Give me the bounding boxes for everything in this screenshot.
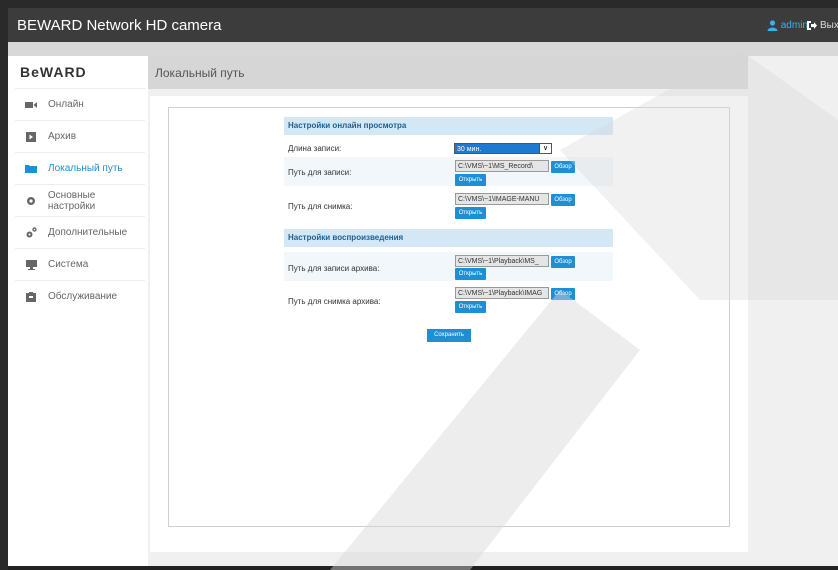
user-menu[interactable]: admin <box>767 20 808 31</box>
box-icon <box>21 291 41 302</box>
chevron-down-icon: ∨ <box>539 144 551 153</box>
snapshot-path-browse-button[interactable]: Обзор <box>551 194 575 206</box>
archive-snapshot-label: Путь для снимка архива: <box>288 297 381 306</box>
sidebar-item-label: Обслуживание <box>48 291 118 302</box>
sidebar-item-label: Архив <box>48 131 77 142</box>
record-path-row: Путь для записи: C:\VMS\~1\MS_Record\ Об… <box>284 157 613 187</box>
camera-icon <box>21 101 41 109</box>
sidebar-item-advanced[interactable]: Дополнительные <box>15 216 145 248</box>
playback-settings-heading: Настройки воспроизведения <box>284 229 613 247</box>
sidebar-item-label: Дополнительные <box>48 227 128 238</box>
sidebar-item-system[interactable]: Система <box>15 248 145 280</box>
sidebar-item-maintenance[interactable]: Обслуживание <box>15 280 145 312</box>
snapshot-path-row: Путь для снимка: C:\VMS\~1\IMAGE-MANU Об… <box>284 188 613 226</box>
sidebar-item-label: Онлайн <box>48 99 84 110</box>
sidebar-item-label: Локальный путь <box>48 163 123 174</box>
user-name: admin <box>780 20 808 31</box>
archive-snapshot-row: Путь для снимка архива: C:\VMS\~1\Playba… <box>284 283 613 315</box>
sub-header-bar <box>8 42 838 56</box>
footer-bar <box>8 566 838 570</box>
monitor-icon <box>21 259 41 270</box>
gears-icon <box>21 227 41 238</box>
archive-record-row: Путь для записи архива: C:\VMS\~1\Playba… <box>284 252 613 282</box>
page-title: Локальный путь <box>155 66 245 80</box>
sidebar-item-label: Система <box>48 259 89 270</box>
logout-link[interactable]: Выход <box>806 20 838 31</box>
user-icon <box>767 20 778 31</box>
app-title: BEWARD Network HD camera <box>17 17 222 34</box>
snapshot-path-open-button[interactable]: Открыть <box>455 207 486 219</box>
record-length-value: 30 мин. <box>457 146 482 153</box>
record-path-field[interactable]: C:\VMS\~1\MS_Record\ <box>455 160 549 172</box>
archive-record-browse-button[interactable]: Обзор <box>551 256 575 268</box>
snapshot-path-label: Путь для снимка: <box>288 202 353 211</box>
record-path-label: Путь для записи: <box>288 168 352 177</box>
archive-snapshot-field[interactable]: C:\VMS\~1\Playback\IMAG <box>455 287 549 299</box>
archive-record-label: Путь для записи архива: <box>288 264 380 273</box>
online-settings-heading: Настройки онлайн просмотра <box>284 117 613 135</box>
snapshot-path-field[interactable]: C:\VMS\~1\IMAGE-MANU <box>455 193 549 205</box>
play-icon <box>21 131 41 142</box>
sidebar-item-local-path[interactable]: Локальный путь <box>15 152 145 184</box>
record-path-open-button[interactable]: Открыть <box>455 174 486 186</box>
archive-record-field[interactable]: C:\VMS\~1\Playback\MS_ <box>455 255 549 267</box>
gear-icon <box>21 196 41 206</box>
sidebar-item-archive[interactable]: Архив <box>15 120 145 152</box>
sidebar-item-online[interactable]: Онлайн <box>15 88 145 120</box>
sidebar-item-label: Основные настройки <box>47 189 96 212</box>
record-length-row: Длина записи: <box>284 135 613 157</box>
record-length-select[interactable]: 30 мин. ∨ <box>454 143 552 154</box>
archive-snapshot-open-button[interactable]: Открыть <box>455 301 486 313</box>
archive-snapshot-browse-button[interactable]: Обзор <box>551 288 575 300</box>
top-bar: BEWARD Network HD camera admin Выход <box>8 8 838 42</box>
logout-label: Выход <box>820 20 838 31</box>
logo: BeWARD <box>20 64 87 80</box>
sidebar-item-basic-settings[interactable]: Основные настройки <box>15 184 145 216</box>
folder-icon <box>21 164 41 173</box>
save-button[interactable]: Сохранить <box>427 329 471 342</box>
logout-icon <box>807 21 817 30</box>
record-path-browse-button[interactable]: Обзор <box>551 161 575 173</box>
record-length-label: Длина записи: <box>288 144 342 153</box>
archive-record-open-button[interactable]: Открыть <box>455 268 486 280</box>
